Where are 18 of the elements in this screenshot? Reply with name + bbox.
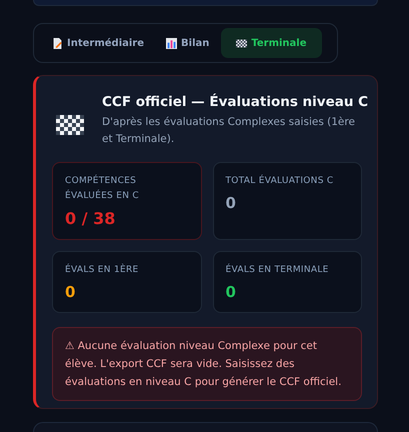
stat-label: COMPÉTENCES ÉVALUÉES EN C [65,174,140,203]
tab[interactable]: Terminale [221,28,322,58]
stat-label: ÉVALS EN TERMINALE [226,263,330,277]
tab[interactable]: Bilan [156,28,220,58]
tab[interactable]: Intermédiaire [38,28,154,58]
card-title: CCF officiel — Évaluations niveau C [102,94,368,110]
checkered-flag-icon [236,38,248,48]
document-icon [52,38,63,48]
stat-value: 0 [226,283,237,301]
bar-chart-icon [166,38,178,48]
warning-message: ⚠ Aucune évaluation niveau Complexe pour cet élève. L'export CCF sera vide. Saisissez des évaluations en niveau C pour générer le CCF officiel. [52,327,362,401]
stat-label: TOTAL ÉVALUATIONS C [226,174,334,188]
card-subtitle: D'après les évaluations Complexes saisies (1ère et Terminale). [102,115,356,147]
checkered-flag-icon [56,115,84,135]
stat-value: 0 [226,194,237,212]
stat-label: ÉVALS EN 1ÈRE [65,263,140,277]
stat-value: 0 [65,283,76,301]
stat-value: 0 / 38 [65,209,116,228]
